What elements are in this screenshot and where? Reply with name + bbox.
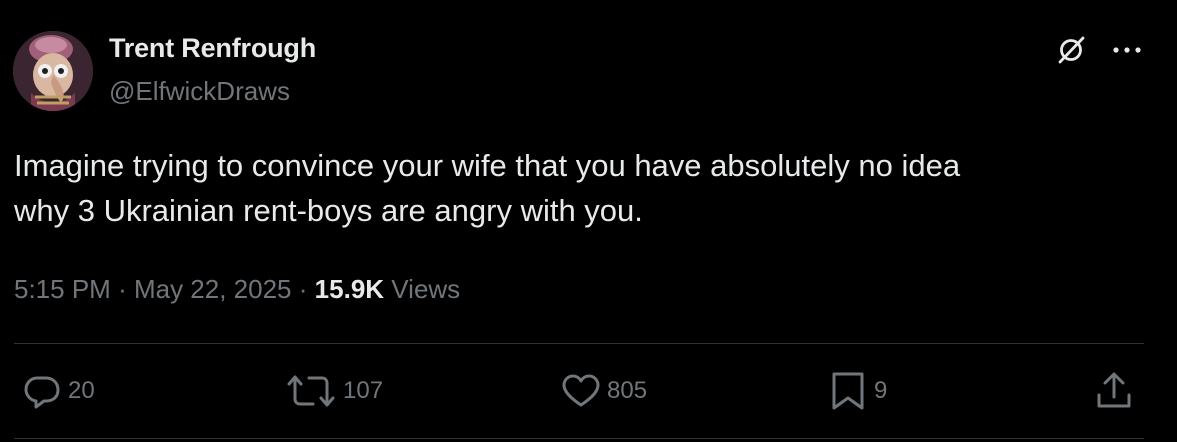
reply-button[interactable]: 20	[22, 371, 95, 411]
heart-icon	[562, 374, 600, 407]
meta-separator: ·	[298, 274, 308, 304]
bookmark-icon	[832, 372, 864, 410]
tweet-text-line-2: why 3 Ukrainian rent-boys are angry with…	[14, 193, 643, 228]
share-icon	[1097, 372, 1131, 408]
tweet-text-line-1: Imagine trying to convince your wife tha…	[14, 148, 961, 183]
user-handle[interactable]: @ElfwickDraws	[109, 76, 290, 107]
views-label: Views	[391, 274, 461, 304]
repost-button[interactable]: 107	[285, 371, 383, 411]
more-icon[interactable]	[1107, 32, 1147, 68]
bookmark-count: 9	[874, 377, 888, 404]
avatar[interactable]	[13, 31, 93, 111]
divider	[14, 438, 1144, 439]
tweet-time[interactable]: 5:15 PM	[14, 274, 111, 304]
tweet-text: Imagine trying to convince your wife tha…	[14, 143, 1144, 233]
reply-count: 20	[68, 377, 95, 404]
display-name[interactable]: Trent Renfrough	[109, 33, 316, 64]
share-button[interactable]	[1094, 371, 1134, 411]
meta-separator: ·	[118, 274, 127, 304]
bookmark-button[interactable]: 9	[828, 371, 887, 411]
repost-count: 107	[343, 377, 384, 404]
like-count: 805	[607, 377, 648, 404]
avatar-image	[13, 31, 93, 111]
repost-icon	[287, 375, 335, 407]
reply-icon	[24, 376, 60, 409]
views-count[interactable]: 15.9K	[315, 274, 384, 304]
divider	[14, 343, 1144, 344]
tweet-meta: 5:15 PM · May 22, 2025 · 15.9K Views	[14, 274, 460, 305]
like-button[interactable]: 805	[561, 371, 647, 411]
grok-icon[interactable]	[1053, 32, 1089, 68]
tweet-date[interactable]: May 22, 2025	[134, 274, 292, 304]
